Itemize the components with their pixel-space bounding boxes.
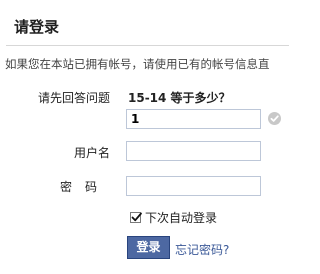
question-text: 15-14 等于多少？ [128, 91, 231, 105]
question-label: 请先回答问题 [37, 91, 110, 105]
check-circle-icon [268, 112, 281, 125]
remember-me-checkbox[interactable] [130, 212, 142, 223]
username-input[interactable] [126, 141, 261, 161]
checkmark-icon [131, 212, 142, 222]
password-input[interactable] [126, 176, 261, 196]
intro-text: 如果您在本站已拥有帐号，请使用已有的帐号信息直 [5, 57, 270, 71]
answer-input[interactable] [126, 109, 261, 129]
page-title: 请登录 [14, 18, 60, 36]
login-button[interactable]: 登录 [127, 236, 170, 259]
remember-me-row[interactable]: 下次自动登录 [130, 209, 217, 226]
remember-me-label[interactable]: 下次自动登录 [145, 209, 217, 226]
password-label: 密码 [59, 180, 110, 194]
title-divider [6, 45, 289, 46]
forgot-password-link[interactable]: 忘记密码? [175, 241, 229, 258]
username-label: 用户名 [73, 146, 110, 160]
